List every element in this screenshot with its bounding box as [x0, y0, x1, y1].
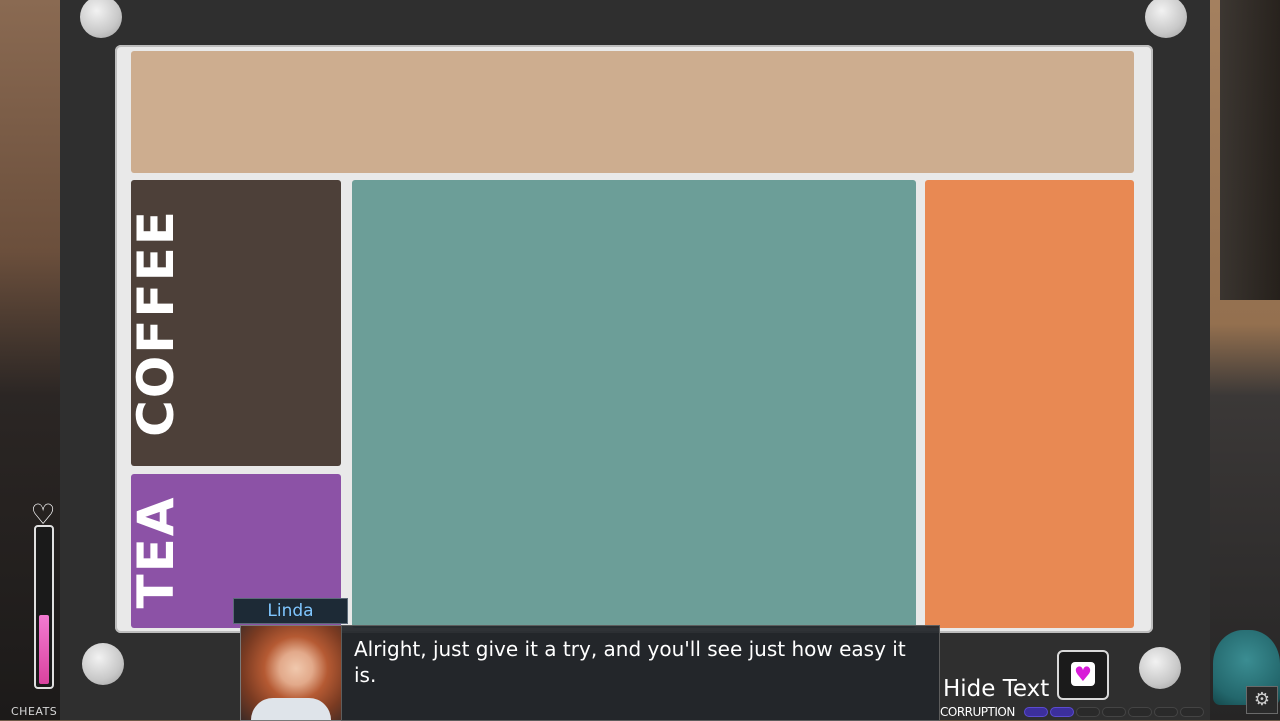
- dialogue-box[interactable]: Alright, just give it a try, and you'll …: [341, 625, 940, 721]
- menu-panel-top[interactable]: [131, 51, 1134, 173]
- corruption-segment: [1024, 707, 1048, 717]
- pink-heart-icon: ♥: [1071, 662, 1095, 686]
- affection-meter: [34, 525, 54, 689]
- tea-label: TEA: [127, 495, 185, 609]
- corruption-segment: [1050, 707, 1074, 717]
- portrait-shirt: [251, 698, 331, 720]
- hide-text-button[interactable]: Hide Text: [943, 676, 1049, 702]
- dialogue-text: Alright, just give it a try, and you'll …: [354, 637, 906, 687]
- menu-section-coffee[interactable]: COFFEE: [127, 180, 341, 466]
- corruption-label: CORRUPTION: [940, 705, 1015, 719]
- corruption-segment: [1180, 707, 1204, 717]
- menu-panel-middle[interactable]: [352, 180, 916, 628]
- corruption-segment: [1128, 707, 1152, 717]
- bolt-bottom-right: [1139, 647, 1181, 689]
- corruption-segment: [1076, 707, 1100, 717]
- bolt-bottom-left: [82, 643, 124, 685]
- coffee-label: COFFEE: [127, 209, 185, 437]
- speaker-portrait: [240, 625, 342, 721]
- gear-icon[interactable]: ⚙: [1246, 686, 1278, 714]
- menu-panel-right[interactable]: [925, 180, 1134, 628]
- heart-menu-button[interactable]: ♥: [1057, 650, 1109, 700]
- corruption-segment: [1154, 707, 1178, 717]
- corruption-segment: [1102, 707, 1126, 717]
- background-chair: [1220, 0, 1280, 300]
- cheats-button[interactable]: CHEATS: [11, 705, 57, 718]
- affection-meter-fill: [39, 615, 49, 684]
- speaker-name: Linda: [233, 598, 348, 624]
